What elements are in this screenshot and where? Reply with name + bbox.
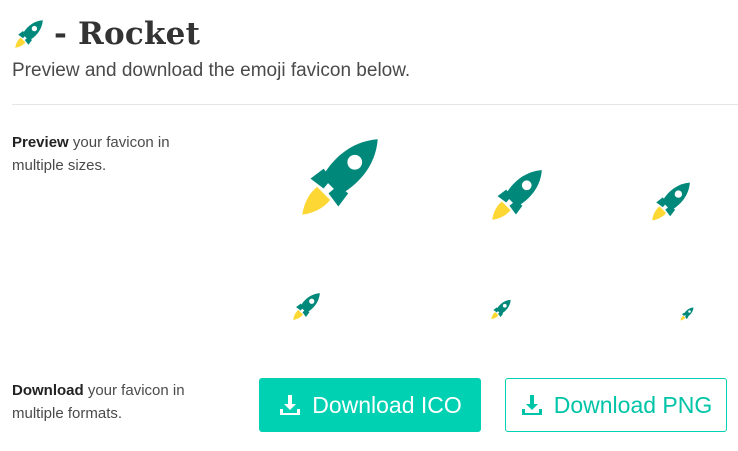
download-icon <box>278 393 302 417</box>
download-png-button[interactable]: Download PNG <box>505 378 727 432</box>
download-png-label: Download PNG <box>553 391 713 418</box>
preview-label-bold: Preview <box>12 134 69 151</box>
divider <box>12 104 738 105</box>
download-label-bold: Download <box>12 382 84 399</box>
download-ico-button[interactable]: Download ICO <box>259 378 481 432</box>
download-icon <box>520 393 544 417</box>
rocket-icon <box>490 299 512 320</box>
rocket-icon <box>680 307 694 321</box>
download-ico-label: Download ICO <box>312 391 462 418</box>
page-title: - Rocket <box>54 16 201 52</box>
title-row: - Rocket <box>12 14 732 54</box>
rocket-icon <box>650 181 692 222</box>
rocket-icon <box>489 168 545 222</box>
download-description: Download your favicon in multiple format… <box>12 379 222 425</box>
rocket-icon <box>14 19 44 49</box>
preview-description: Preview your favicon in multiple sizes. <box>12 131 222 177</box>
rocket-icon <box>299 136 381 218</box>
rocket-icon <box>292 292 321 321</box>
page-subtitle: Preview and download the emoji favicon b… <box>12 60 411 81</box>
page-header: - Rocket Preview and download the emoji … <box>12 14 732 82</box>
